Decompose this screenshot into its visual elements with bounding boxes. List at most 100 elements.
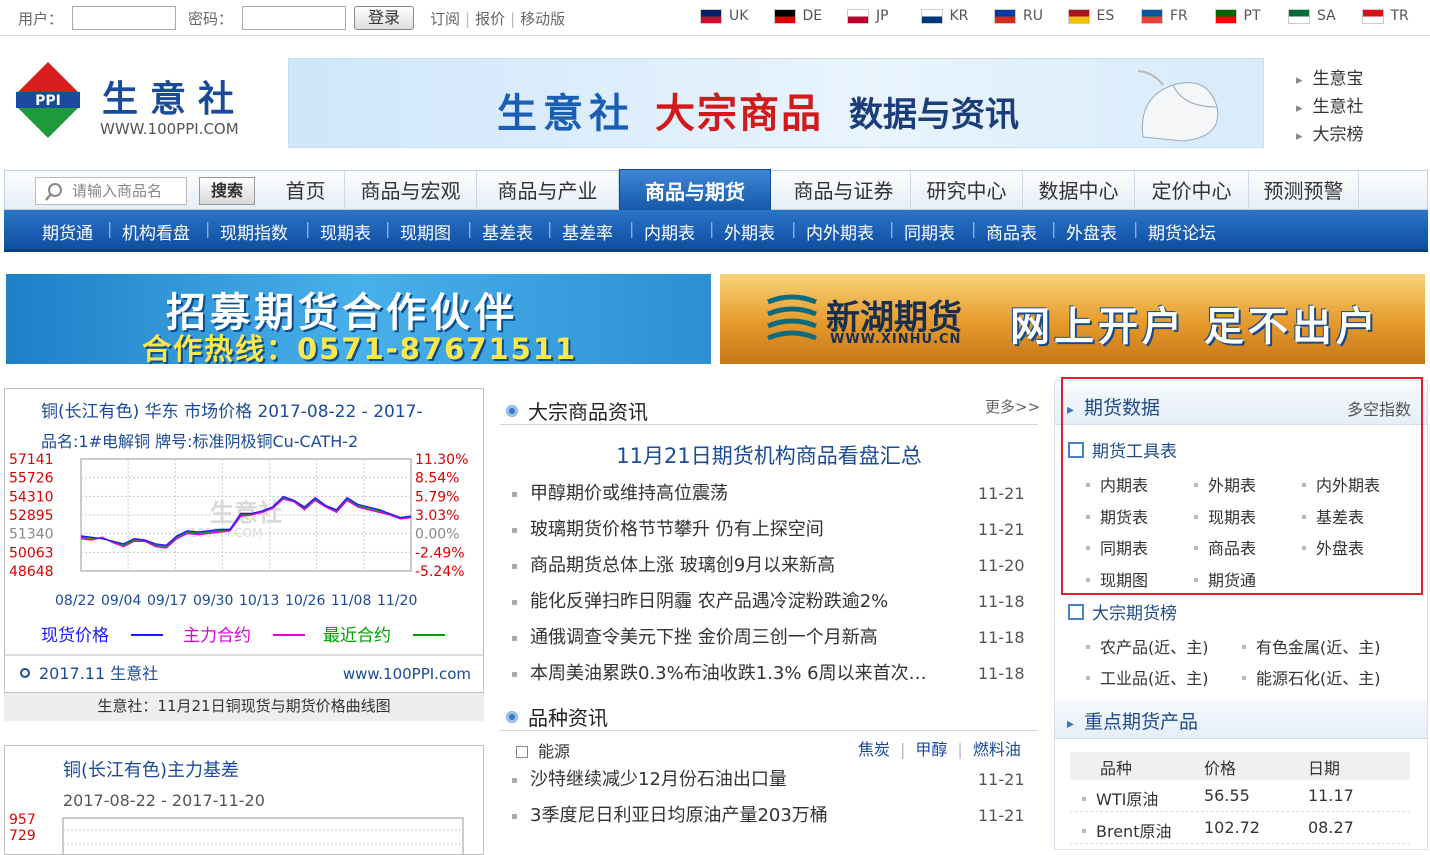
tool-link-5[interactable]: 基差表 bbox=[1302, 504, 1364, 528]
login-button[interactable]: 登录 bbox=[354, 6, 414, 30]
section-commodity-news[interactable]: 大宗商品资讯 bbox=[506, 396, 648, 425]
language-pt[interactable]: PT bbox=[1215, 8, 1289, 24]
username-input[interactable] bbox=[72, 6, 176, 30]
language-jp[interactable]: JP bbox=[847, 8, 921, 24]
tool-link-2[interactable]: 内外期表 bbox=[1302, 472, 1380, 496]
rank-title[interactable]: 大宗期货榜 bbox=[1068, 599, 1177, 624]
logo-icon[interactable]: PPI bbox=[16, 62, 80, 138]
nav-item-2[interactable]: 商品与产业 bbox=[477, 171, 619, 211]
news-item[interactable]: 通俄调查令美元下挫 金价周三创一个月新高11-18 bbox=[512, 620, 1032, 656]
rank-link-1[interactable]: 有色金属(近、主) bbox=[1242, 634, 1381, 658]
language-uk[interactable]: UK bbox=[700, 8, 774, 24]
tool-link-0[interactable]: 内期表 bbox=[1086, 472, 1148, 496]
tool-link-9[interactable]: 现期图 bbox=[1086, 567, 1148, 591]
language-ru[interactable]: RU bbox=[994, 8, 1068, 24]
headline-link[interactable]: 11月21日期货机构商品看盘汇总 bbox=[500, 440, 1038, 470]
rank-link-3[interactable]: 能源石化(近、主) bbox=[1242, 665, 1381, 689]
language-sa[interactable]: SA bbox=[1288, 8, 1362, 24]
subnav-item-11[interactable]: 商品表 bbox=[986, 219, 1037, 244]
tool-link-4[interactable]: 现期表 bbox=[1194, 504, 1256, 528]
subscribe-link[interactable]: 订阅 bbox=[430, 10, 460, 28]
subnav-item-9[interactable]: 内外期表 bbox=[806, 219, 874, 244]
subnav-item-7[interactable]: 内期表 bbox=[644, 219, 695, 244]
subnav-item-6[interactable]: 基差率 bbox=[562, 219, 613, 244]
side-link-shengyishe[interactable]: 生意社 bbox=[1296, 94, 1364, 122]
ad-banner-xinhu[interactable]: 新湖期货 WWW.XINHU.CN 网上开户 足不出户 bbox=[720, 274, 1425, 364]
news-item[interactable]: 沙特继续减少12月份石油出口量11-21 bbox=[512, 762, 1032, 798]
news-title[interactable]: 能化反弹扫昨日阴霾 农产品遇冷淀粉跌逾2% bbox=[530, 584, 940, 620]
subnav-item-0[interactable]: 期货通 bbox=[42, 219, 93, 244]
table-row[interactable]: Brent原油102.7208.27 bbox=[1070, 812, 1410, 844]
tool-link-7[interactable]: 商品表 bbox=[1194, 535, 1256, 559]
search-input[interactable]: 请输入商品名 bbox=[35, 177, 187, 205]
tools-title[interactable]: 期货工具表 bbox=[1068, 437, 1177, 462]
password-input[interactable] bbox=[242, 6, 346, 30]
tool-link-6[interactable]: 同期表 bbox=[1086, 535, 1148, 559]
news-item[interactable]: 甲醇期价或维持高位震荡11-21 bbox=[512, 476, 1032, 512]
tool-link-1[interactable]: 外期表 bbox=[1194, 472, 1256, 496]
mobile-link[interactable]: 移动版 bbox=[520, 10, 565, 28]
language-fr[interactable]: FR bbox=[1141, 8, 1215, 24]
subnav-item-12[interactable]: 外盘表 bbox=[1066, 219, 1117, 244]
row-variety[interactable]: WTI原油 bbox=[1082, 786, 1158, 810]
more-link[interactable]: 更多>> bbox=[985, 396, 1040, 417]
news-item[interactable]: 商品期货总体上涨 玻璃创9月以来新高11-20 bbox=[512, 548, 1032, 584]
subnav-item-8[interactable]: 外期表 bbox=[724, 219, 775, 244]
news-item[interactable]: 玻璃期货价格节节攀升 仍有上探空间11-21 bbox=[512, 512, 1032, 548]
nav-item-8[interactable]: 预测预警 bbox=[1249, 171, 1359, 211]
cat-link-methanol[interactable]: 甲醇 bbox=[915, 740, 947, 759]
expand-icon[interactable] bbox=[516, 746, 528, 758]
subnav-item-1[interactable]: 机构看盘 bbox=[122, 219, 190, 244]
news-title[interactable]: 本周美油累跌0.3%布油收跌1.3% 6周以来首次周跌 bbox=[530, 656, 940, 692]
tool-link-8[interactable]: 外盘表 bbox=[1302, 535, 1364, 559]
nav-item-4[interactable]: 商品与证券 bbox=[777, 171, 911, 211]
tool-link-3[interactable]: 期货表 bbox=[1086, 504, 1148, 528]
section-variety-news[interactable]: 品种资讯 bbox=[506, 702, 608, 731]
basis-plot-area bbox=[63, 818, 463, 855]
cat-link-coke[interactable]: 焦炭 bbox=[858, 740, 890, 759]
rank-link-2[interactable]: 工业品(近、主) bbox=[1086, 665, 1209, 689]
nav-item-5[interactable]: 研究中心 bbox=[911, 171, 1023, 211]
news-item[interactable]: 3季度尼日利亚日均原油产量203万桶11-21 bbox=[512, 798, 1032, 834]
subnav-item-13[interactable]: 期货论坛 bbox=[1148, 219, 1216, 244]
subnav-item-3[interactable]: 现期表 bbox=[320, 219, 371, 244]
news-title[interactable]: 沙特继续减少12月份石油出口量 bbox=[530, 762, 940, 798]
key-futures-title[interactable]: 重点期货产品 bbox=[1067, 707, 1198, 734]
language-de[interactable]: DE bbox=[774, 8, 848, 24]
chart-caption[interactable]: 生意社：11月21日铜现货与期货价格曲线图 bbox=[4, 693, 484, 721]
subnav-item-10[interactable]: 同期表 bbox=[904, 219, 955, 244]
rank-link-0[interactable]: 农产品(近、主) bbox=[1086, 634, 1209, 658]
table-row[interactable]: WTI原油56.5511.17 bbox=[1070, 780, 1410, 812]
row-variety[interactable]: Brent原油 bbox=[1082, 818, 1171, 842]
nav-item-7[interactable]: 定价中心 bbox=[1135, 171, 1249, 211]
cat-link-fueloil[interactable]: 燃料油 bbox=[973, 740, 1021, 759]
nav-item-1[interactable]: 商品与宏观 bbox=[345, 171, 477, 211]
news-title[interactable]: 商品期货总体上涨 玻璃创9月以来新高 bbox=[530, 548, 940, 584]
news-item[interactable]: 本周美油累跌0.3%布油收跌1.3% 6周以来首次周跌11-18 bbox=[512, 656, 1032, 692]
header-banner[interactable]: 生意社 大宗商品 数据与资讯 bbox=[288, 58, 1264, 148]
news-title[interactable]: 3季度尼日利亚日均原油产量203万桶 bbox=[530, 798, 940, 834]
copper-basis-chart[interactable]: 铜(长江有色)主力基差 2017-08-22 - 2017-11-20 957 … bbox=[4, 745, 484, 855]
side-link-shengyibao[interactable]: 生意宝 bbox=[1296, 66, 1364, 94]
subnav-separator: | bbox=[205, 219, 210, 238]
subnav-item-5[interactable]: 基差表 bbox=[482, 219, 533, 244]
x-tick: 11/20 bbox=[377, 593, 417, 609]
language-tr[interactable]: TR bbox=[1362, 8, 1430, 24]
news-title[interactable]: 通俄调查令美元下挫 金价周三创一个月新高 bbox=[530, 620, 940, 656]
ad-banner-partner[interactable]: 招募期货合作伙伴 合作热线：0571-87671511 bbox=[6, 274, 711, 364]
nav-item-0[interactable]: 首页 bbox=[267, 171, 345, 211]
news-item[interactable]: 能化反弹扫昨日阴霾 农产品遇冷淀粉跌逾2%11-18 bbox=[512, 584, 1032, 620]
language-es[interactable]: ES bbox=[1068, 8, 1142, 24]
nav-item-3[interactable]: 商品与期货 bbox=[619, 169, 771, 213]
side-link-dazongbang[interactable]: 大宗榜 bbox=[1296, 122, 1364, 150]
subnav-item-2[interactable]: 现期指数 bbox=[220, 219, 288, 244]
news-title[interactable]: 甲醇期价或维持高位震荡 bbox=[530, 476, 940, 512]
quote-link[interactable]: 报价 bbox=[475, 10, 505, 28]
language-kr[interactable]: KR bbox=[921, 8, 995, 24]
subnav-item-4[interactable]: 现期图 bbox=[400, 219, 451, 244]
copper-price-chart[interactable]: 铜(长江有色) 华东 市场价格 2017-08-22 - 2017-品名:1#电… bbox=[4, 388, 484, 693]
tool-link-10[interactable]: 期货通 bbox=[1194, 567, 1256, 591]
search-button[interactable]: 搜索 bbox=[199, 177, 255, 205]
news-title[interactable]: 玻璃期货价格节节攀升 仍有上探空间 bbox=[530, 512, 940, 548]
nav-item-6[interactable]: 数据中心 bbox=[1023, 171, 1135, 211]
